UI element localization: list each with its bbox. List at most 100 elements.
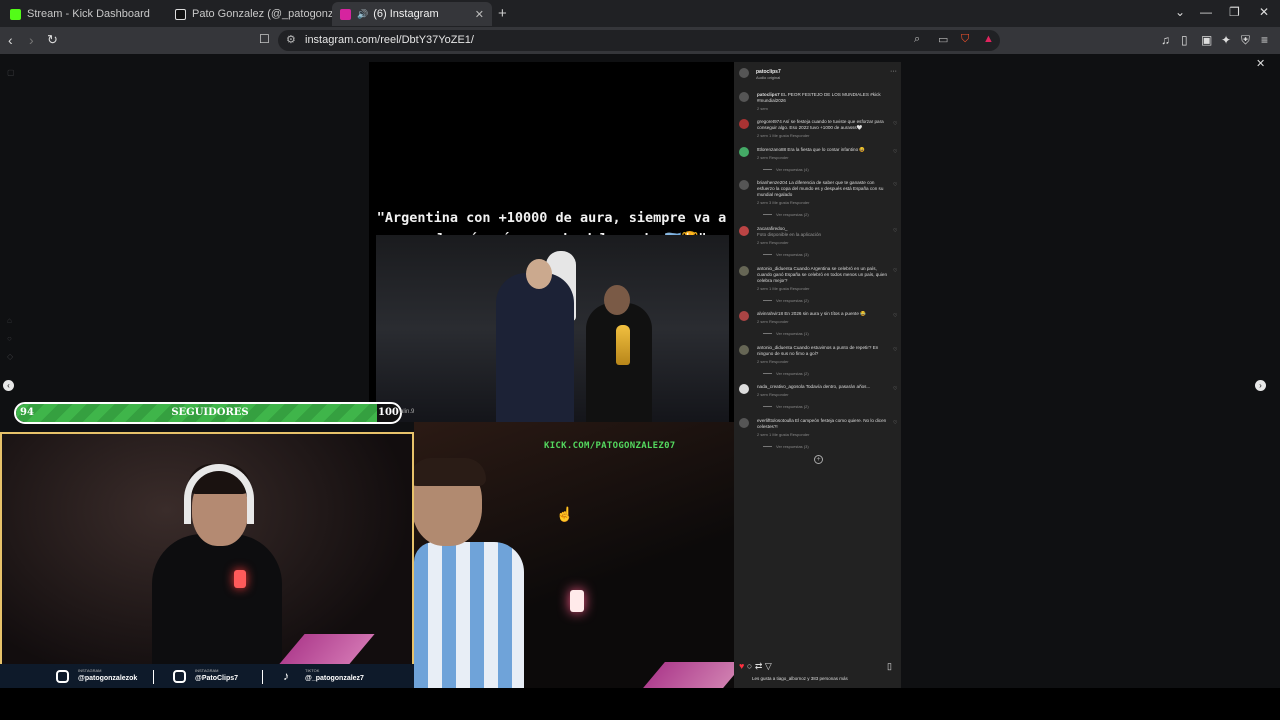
post-actions: ♥ ○ ⇄ ▽ xyxy=(739,661,772,672)
view-replies-button[interactable]: Ver respuestas (3) xyxy=(763,252,809,257)
home-icon[interactable]: ⌂ xyxy=(7,316,12,325)
new-tab-button[interactable]: + xyxy=(498,5,507,22)
avatar[interactable] xyxy=(739,384,749,394)
brave-shield-icon[interactable]: ⛉ xyxy=(961,33,969,46)
tab-kick-dashboard[interactable]: Stream - Kick Dashboard xyxy=(2,2,167,26)
like-comment-icon[interactable]: ♡ xyxy=(893,268,897,274)
view-replies-button[interactable]: Ver respuestas (4) xyxy=(763,167,809,172)
previous-post-button[interactable]: ‹ xyxy=(3,380,14,391)
comment-meta[interactable]: 2 sem 3 Me gusta Responder xyxy=(757,200,809,205)
social-handle: @patogonzalezok xyxy=(78,675,138,682)
comment-text: tttlorenzano88 Era la fiesta que lo cont… xyxy=(757,147,866,152)
kick-url-watermark: KICK.COM/PATOGONZALEZ07 xyxy=(544,441,676,451)
likes-summary[interactable]: Les gusta a tiago_albornoz y 383 persona… xyxy=(752,676,848,681)
view-replies-button[interactable]: Ver respuestas (2) xyxy=(763,371,809,376)
sidebar-icon[interactable]: ▯ xyxy=(1181,33,1188,47)
close-reel-icon[interactable]: ✕ xyxy=(1256,57,1265,70)
site-info-icon[interactable]: ⚙ xyxy=(286,33,296,46)
address-bar[interactable]: ⚙ instagram.com/reel/DbtY37YoZE1/ ⌕ ▭ ⛉ … xyxy=(278,30,1000,51)
back-button[interactable]: ‹ xyxy=(8,32,13,48)
avatar[interactable] xyxy=(739,345,749,355)
view-replies-button[interactable]: Ver respuestas (2) xyxy=(763,404,809,409)
like-comment-icon[interactable]: ♡ xyxy=(893,149,897,155)
avatar[interactable] xyxy=(739,92,749,102)
like-comment-icon[interactable]: ♡ xyxy=(893,347,897,353)
like-comment-icon[interactable]: ♡ xyxy=(893,182,897,188)
search-icon[interactable]: ○ xyxy=(7,334,12,343)
comment-meta[interactable]: 2 sem 1 Me gusta Responder xyxy=(757,432,809,437)
view-replies-button[interactable]: Ver respuestas (2) xyxy=(763,212,809,217)
save-icon[interactable]: ▯ xyxy=(887,661,892,672)
menu-icon[interactable]: ≡ xyxy=(1261,33,1268,47)
divider xyxy=(262,670,263,684)
share-icon[interactable]: ▽ xyxy=(765,661,772,671)
social-platform: INSTAGRAM xyxy=(195,668,219,673)
view-replies-button[interactable]: Ver respuestas (2) xyxy=(763,298,809,303)
media-icon[interactable]: ♫ xyxy=(1161,33,1170,47)
vpn-icon[interactable]: ⛨ xyxy=(1241,33,1250,48)
avatar[interactable] xyxy=(739,180,749,190)
audio-label[interactable]: Audio original xyxy=(756,75,780,80)
load-more-comments-icon[interactable]: + xyxy=(814,455,823,464)
partial-text: alin.9 xyxy=(400,409,415,415)
comment-meta[interactable]: 2 sem Responder xyxy=(757,359,789,364)
tab-strip: Stream - Kick Dashboard Pato Gonzalez (@… xyxy=(0,0,1280,27)
repost-icon[interactable]: ⇄ xyxy=(755,661,763,671)
close-tab-icon[interactable]: ✕ xyxy=(475,8,484,21)
minimize-button[interactable]: — xyxy=(1200,5,1212,19)
avatar[interactable] xyxy=(739,119,749,129)
comment-meta[interactable]: 2 sem Responder xyxy=(757,392,789,397)
reload-button[interactable]: ↻ xyxy=(47,32,58,48)
wallet-icon[interactable]: ▣ xyxy=(1201,33,1212,47)
caption-text: patoclips7 EL PEOR FESTEJO DE LOS MUNDIA… xyxy=(757,92,881,103)
view-replies-button[interactable]: Ver respuestas (1) xyxy=(763,331,809,336)
second-camera: KICK.COM/PATOGONZALEZ07 xyxy=(414,422,734,688)
zoom-icon[interactable]: ⌕ xyxy=(914,33,920,46)
comment-meta[interactable]: 2 sem 1 Me gusta Responder xyxy=(757,133,809,138)
comment-text: zacarafiredoo_ Foto disponible en la apli… xyxy=(757,226,822,237)
like-comment-icon[interactable]: ♡ xyxy=(893,121,897,127)
maximize-button[interactable]: ❐ xyxy=(1229,5,1240,19)
like-comment-icon[interactable]: ♡ xyxy=(893,420,897,426)
tab-tiktok[interactable]: Pato Gonzalez (@_patogonzalez7) | T xyxy=(167,2,332,26)
like-comment-icon[interactable]: ♡ xyxy=(893,313,897,319)
close-window-button[interactable]: ✕ xyxy=(1259,5,1269,19)
avatar[interactable] xyxy=(739,266,749,276)
avatar[interactable] xyxy=(739,147,749,157)
comment-meta[interactable]: 2 sem Responder xyxy=(757,240,789,245)
forward-button[interactable]: › xyxy=(29,32,34,48)
view-replies-button[interactable]: Ver respuestas (3) xyxy=(763,444,809,449)
reel-video[interactable]: "Argentina con +10000 de aura, siempre v… xyxy=(369,62,734,422)
rewards-icon[interactable]: ▲ xyxy=(983,33,994,45)
tab-search-icon[interactable]: ⌄ xyxy=(1175,5,1185,19)
social-platform: INSTAGRAM xyxy=(78,668,102,673)
tab-instagram[interactable]: 🔊 (6) Instagram ✕ xyxy=(332,2,492,26)
cast-icon[interactable]: ▭ xyxy=(938,33,948,46)
comment-meta[interactable]: 2 sem Responder xyxy=(757,319,789,324)
avatar[interactable] xyxy=(739,311,749,321)
tab-title: Stream - Kick Dashboard xyxy=(27,8,150,20)
more-options-icon[interactable]: ··· xyxy=(890,68,897,75)
comment-text: alvinrahvir18 En 2026 sin aura y sin tít… xyxy=(757,311,866,316)
like-comment-icon[interactable]: ♡ xyxy=(893,228,897,234)
comment-icon[interactable]: ○ xyxy=(747,661,752,671)
hand-cursor-icon: ☝ xyxy=(556,506,574,522)
caption-meta: 2 sem xyxy=(757,106,768,111)
comment-meta[interactable]: 2 sem Responder xyxy=(757,155,789,160)
social-handles-bar: INSTAGRAM @patogonzalezok INSTAGRAM @Pat… xyxy=(0,664,414,690)
bookmark-icon[interactable]: ☐ xyxy=(259,32,270,46)
like-comment-icon[interactable]: ♡ xyxy=(893,386,897,392)
explore-icon[interactable]: ◇ xyxy=(7,352,13,361)
comment-meta[interactable]: 2 sem 1 Me gusta Responder xyxy=(757,286,809,291)
social-handle: @_patogonzalez7 xyxy=(305,675,364,682)
avatar[interactable] xyxy=(739,226,749,236)
lamp xyxy=(570,590,584,612)
like-icon[interactable]: ♥ xyxy=(739,661,744,671)
person-hair xyxy=(414,458,486,486)
avatar[interactable] xyxy=(739,418,749,428)
avatar[interactable] xyxy=(739,68,749,78)
leo-ai-icon[interactable]: ✦ xyxy=(1221,33,1231,47)
speaker-icon: 🔊 xyxy=(357,8,369,19)
next-post-button[interactable]: › xyxy=(1255,380,1266,391)
url-text[interactable]: instagram.com/reel/DbtY37YoZE1/ xyxy=(305,34,474,46)
